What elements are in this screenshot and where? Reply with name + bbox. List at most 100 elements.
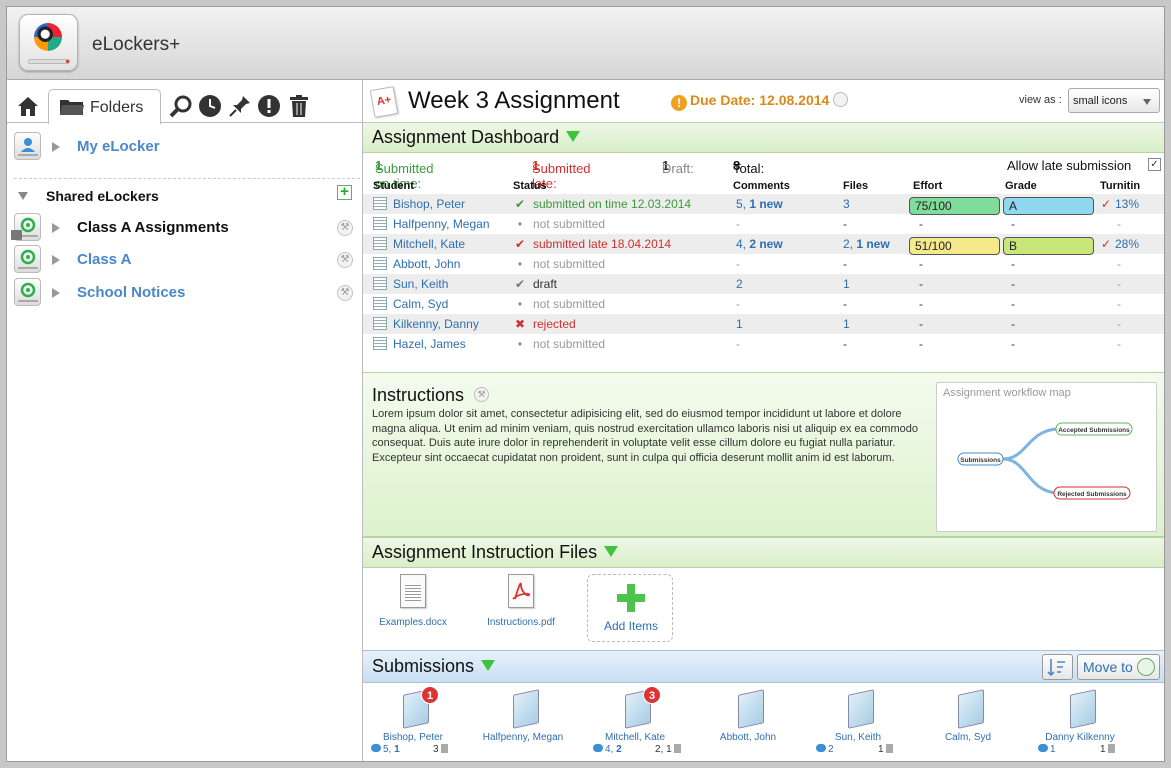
sort-button[interactable] [1042,654,1073,680]
files-count[interactable]: - [843,257,847,271]
table-row[interactable]: Abbott, John • not submitted - - - - - [363,254,1164,274]
table-row[interactable]: Kilkenny, Danny ✖ rejected 1 1 - - - [363,314,1164,334]
file-instructions-pdf[interactable]: Instructions.pdf [476,574,566,628]
comments-count[interactable]: 2 [736,277,743,291]
collapse-arrow-icon[interactable] [18,192,28,200]
student-file-icon [373,277,387,290]
file-examples-docx[interactable]: Examples.docx [368,574,458,628]
view-as-select[interactable]: small icons [1068,88,1160,113]
wrench-icon[interactable] [833,92,849,107]
submission-item[interactable]: Calm, Syd [918,684,1030,760]
comments-count[interactable]: - [736,217,740,231]
pin-icon[interactable] [228,94,252,118]
effort-field[interactable]: 51/100 [909,237,1000,255]
expand-arrow-icon[interactable] [52,142,60,152]
move-to-button[interactable]: Move to [1077,654,1160,680]
app-logo-icon[interactable] [19,14,78,71]
wrench-icon[interactable]: ⚒ [337,285,353,301]
student-name[interactable]: Kilkenny, Danny [393,317,479,331]
student-name[interactable]: Mitchell, Kate [393,237,465,251]
add-locker-icon[interactable]: + [337,184,352,200]
files-count[interactable]: - [843,217,847,231]
comments-count[interactable]: 1 [736,317,743,331]
submission-item[interactable]: 1 Bishop, Peter 5, 1 3 [363,684,475,760]
student-name[interactable]: Calm, Syd [393,297,448,311]
table-row[interactable]: Halfpenny, Megan • not submitted - - - - - [363,214,1164,234]
clock-icon[interactable] [198,94,222,118]
table-row[interactable]: Mitchell, Kate ✔ submitted late 18.04.2014… [363,234,1164,255]
files-count[interactable]: - [843,297,847,311]
col-header[interactable]: Files [843,180,868,192]
allow-late-checkbox[interactable]: ✓ [1148,158,1161,171]
expand-arrow-icon[interactable] [52,288,60,298]
submission-summary: Submitted on time: 1 Submitted late: 1 D… [363,155,1164,191]
col-header[interactable]: Student [373,180,414,192]
files-header[interactable]: Assignment Instruction Files [363,537,1164,568]
submission-item[interactable]: 3 Mitchell, Kate 4, 2 2, 1 [585,684,697,760]
files-count[interactable]: 3 [843,197,850,211]
dashboard-header[interactable]: Assignment Dashboard [363,122,1164,153]
submissions-header[interactable]: Submissions Move to [363,650,1164,683]
file-page-icon [440,744,448,753]
col-header[interactable]: Status [513,180,547,192]
turnitin-score[interactable]: 28% [1115,237,1139,251]
my-elocker-row[interactable]: My eLocker [7,131,362,163]
table-row[interactable]: Calm, Syd • not submitted - - - - - [363,294,1164,314]
trash-icon[interactable] [287,94,311,118]
instructions-text: Lorem ipsum dolor sit amet, consectetur … [372,408,918,464]
add-items-button[interactable]: Add Items [587,574,673,642]
wrench-icon[interactable]: ⚒ [474,387,489,402]
alert-icon[interactable] [257,94,281,118]
submission-item[interactable]: Abbott, John [698,684,810,760]
files-count[interactable]: 2, 1 new [843,237,890,251]
comments-count[interactable]: 4, 2 new [736,237,783,251]
col-header[interactable]: Grade [1005,180,1037,192]
comments-count[interactable]: - [736,257,740,271]
comments-count[interactable]: 5, 1 new [736,197,783,211]
student-name[interactable]: Bishop, Peter [393,197,465,211]
submission-item[interactable]: Sun, Keith 2 1 [808,684,920,760]
table-row[interactable]: Sun, Keith ✔ draft 2 1 - - - [363,274,1164,294]
files-count[interactable]: 1 [843,277,850,291]
collapse-triangle-icon[interactable] [604,546,619,557]
sidebar-item-school-notices[interactable]: School Notices ⚒ [7,277,362,309]
student-name[interactable]: Halfpenny, Megan [393,217,490,231]
search-icon[interactable] [169,94,193,118]
col-header[interactable]: Effort [913,180,942,192]
workflow-node: Rejected Submissions [1057,491,1127,498]
submission-folder-icon [738,689,764,729]
notification-badge: 1 [421,686,439,704]
table-row[interactable]: Bishop, Peter ✔ submitted on time 12.03.20… [363,194,1164,215]
submission-item[interactable]: Danny Kilkenny 1 1 [1030,684,1142,760]
home-icon[interactable] [16,94,40,118]
comments-count[interactable]: - [736,337,740,351]
col-header[interactable]: Comments [733,180,790,192]
col-header[interactable]: Turnitin [1100,180,1140,192]
student-name[interactable]: Abbott, John [393,257,460,271]
shared-elockers-header[interactable]: Shared eLockers + [7,180,362,212]
effort-field[interactable]: 75/100 [909,197,1000,215]
expand-arrow-icon[interactable] [52,223,60,233]
tab-folders[interactable]: Folders [48,89,161,124]
collapse-triangle-icon[interactable] [481,660,496,671]
wrench-icon[interactable]: ⚒ [337,252,353,268]
wrench-icon[interactable]: ⚒ [337,220,353,236]
turnitin-score[interactable]: 13% [1115,197,1139,211]
table-row[interactable]: Hazel, James • not submitted - - - - - [363,334,1164,354]
grade-field[interactable]: A [1003,197,1094,215]
collapse-triangle-icon[interactable] [566,131,581,142]
workflow-map[interactable]: Assignment workflow map Submissions Acce… [936,382,1157,532]
files-count[interactable]: 1 [843,317,850,331]
comments-count[interactable]: - [736,297,740,311]
student-name[interactable]: Sun, Keith [393,277,448,291]
student-name[interactable]: Hazel, James [393,337,466,351]
files-count[interactable]: - [843,337,847,351]
submission-item[interactable]: Halfpenny, Megan [473,684,585,760]
expand-arrow-icon[interactable] [52,255,60,265]
workflow-node: Accepted Submissions [1058,427,1130,434]
sidebar-item-class-a[interactable]: Class A ⚒ [7,244,362,276]
sidebar-item-class-a-assignments[interactable]: Class A Assignments ⚒ [7,212,362,244]
grade-field[interactable]: B [1003,237,1094,255]
submission-files: 3 [433,744,448,755]
turnitin-score: - [1117,317,1121,331]
